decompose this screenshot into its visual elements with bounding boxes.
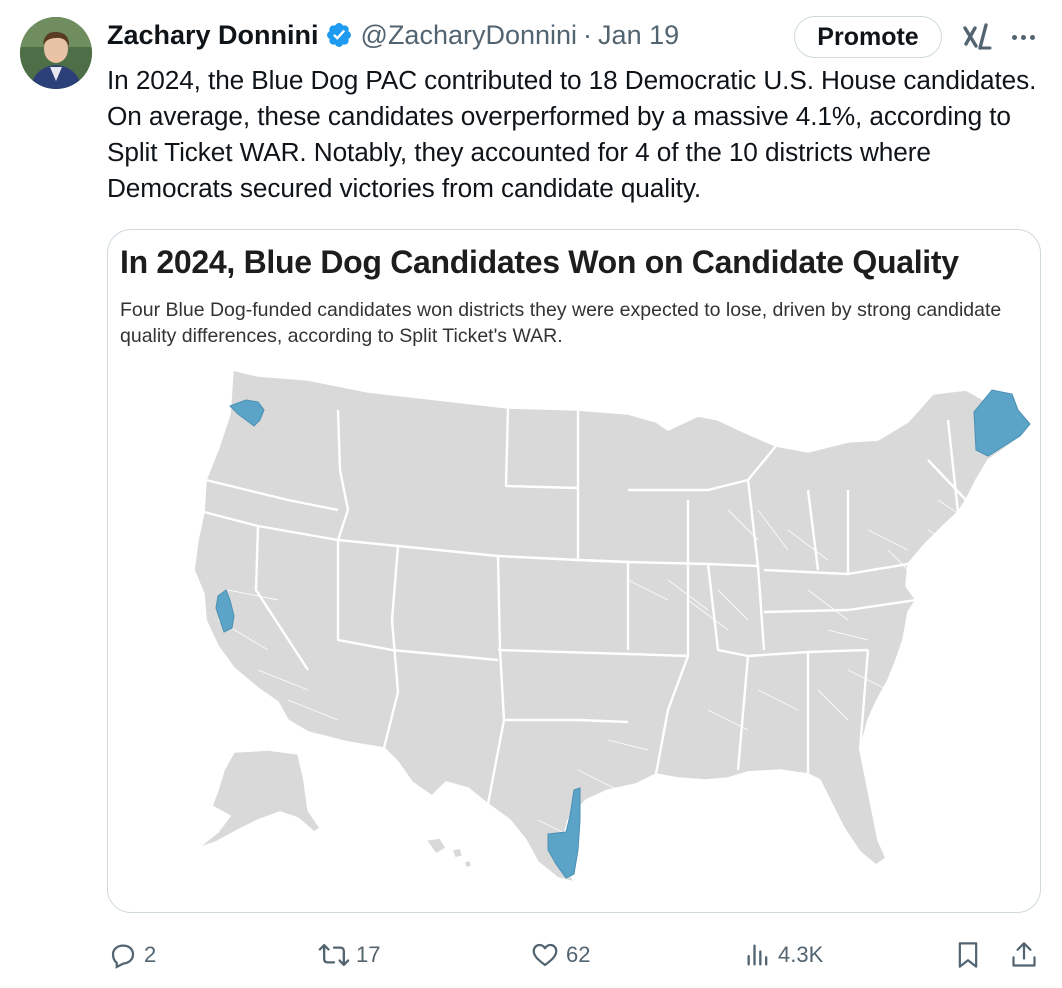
verified-badge-icon[interactable] xyxy=(325,21,353,49)
grok-icon[interactable] xyxy=(960,20,994,54)
card-subtitle: Four Blue Dog-funded candidates won dist… xyxy=(120,299,1002,347)
reply-button[interactable]: 2 xyxy=(108,930,156,980)
tweet-header: Zachary Donnini @ZacharyDonnini · Jan 19 xyxy=(107,18,679,52)
share-icon xyxy=(1012,942,1036,967)
repost-count: 17 xyxy=(356,942,381,967)
us-district-map xyxy=(193,369,1031,883)
media-card[interactable]: In 2024, Blue Dog Candidates Won on Cand… xyxy=(107,229,1041,913)
like-count: 62 xyxy=(566,942,591,967)
share-button[interactable] xyxy=(1010,930,1038,980)
action-bar: 2 17 62 4.3K xyxy=(0,930,1062,980)
like-button[interactable]: 62 xyxy=(530,930,590,980)
reply-icon xyxy=(111,944,135,969)
tweet-text: In 2024, the Blue Dog PAC contributed to… xyxy=(107,65,1037,203)
author-handle[interactable]: @ZacharyDonnini xyxy=(361,20,578,51)
reply-count: 2 xyxy=(144,942,157,967)
map-base xyxy=(193,369,1027,883)
card-title: In 2024, Blue Dog Candidates Won on Cand… xyxy=(120,244,959,280)
bookmark-icon xyxy=(958,942,978,968)
views-button[interactable]: 4.3K xyxy=(744,930,823,980)
avatar[interactable] xyxy=(20,17,92,89)
views-icon xyxy=(747,944,768,966)
author-name[interactable]: Zachary Donnini xyxy=(107,20,319,51)
bookmark-button[interactable] xyxy=(954,930,982,980)
repost-button[interactable]: 17 xyxy=(318,930,380,980)
repost-icon xyxy=(318,943,350,967)
post-date[interactable]: Jan 19 xyxy=(598,20,679,51)
promote-button[interactable]: Promote xyxy=(794,16,942,58)
views-count: 4.3K xyxy=(778,942,824,967)
heart-icon xyxy=(532,943,558,967)
more-icon[interactable] xyxy=(1006,20,1040,54)
separator-dot: · xyxy=(583,19,593,50)
